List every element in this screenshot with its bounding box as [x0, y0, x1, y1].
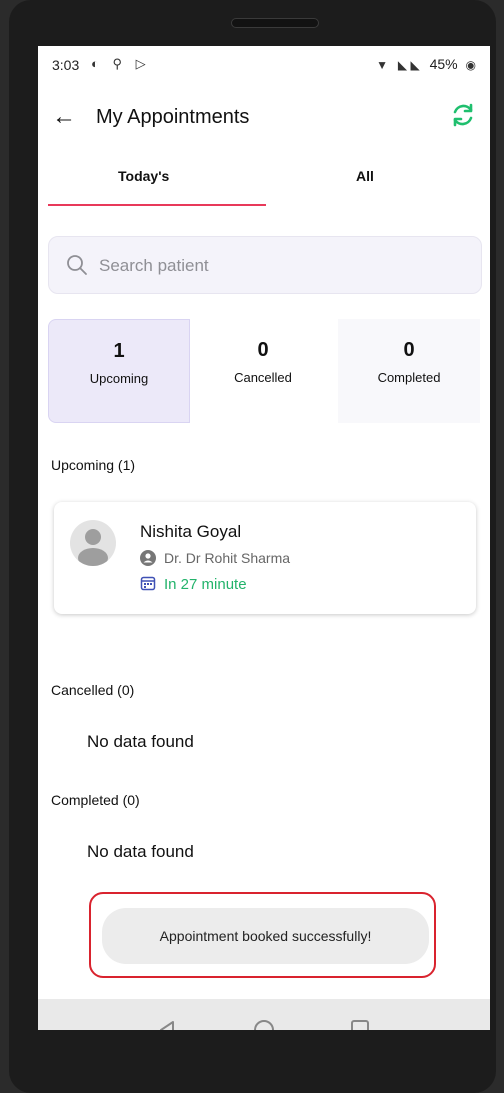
- stat-completed[interactable]: 0 Completed: [338, 319, 480, 423]
- calendar-icon: [140, 576, 156, 591]
- stat-cancelled-label: Cancelled: [234, 370, 292, 385]
- avatar-placeholder-icon: [78, 529, 108, 566]
- nav-back-icon[interactable]: [158, 1020, 176, 1030]
- signal-icon: ◣ ◣: [397, 58, 420, 72]
- doctor-icon: [140, 550, 156, 566]
- cancelled-empty-text: No data found: [87, 732, 194, 751]
- section-upcoming-heading: Upcoming (1): [51, 457, 136, 473]
- active-tab-indicator: [48, 204, 266, 206]
- search-icon: [67, 255, 87, 275]
- stat-upcoming[interactable]: 1 Upcoming: [48, 319, 190, 423]
- stat-cancelled-count: 0: [257, 339, 269, 361]
- stat-upcoming-label: Upcoming: [89, 371, 149, 386]
- appointment-card[interactable]: Nishita Goyal Dr. Dr Rohit Sharma In 27 …: [54, 502, 476, 614]
- time-row: In 27 minute: [140, 575, 247, 593]
- back-arrow-icon[interactable]: ←: [52, 103, 76, 131]
- notification-icons: ◐ ⚲ ▷: [91, 56, 151, 71]
- nav-recents-icon[interactable]: [351, 1020, 369, 1030]
- search-placeholder: Search patient: [99, 256, 209, 275]
- nav-home-icon[interactable]: [254, 1020, 274, 1030]
- stat-completed-label: Completed: [377, 370, 441, 385]
- wifi-icon: ▼: [376, 58, 389, 72]
- completed-empty-text: No data found: [87, 842, 194, 861]
- system-nav-bar: [38, 999, 490, 1030]
- patient-name: Nishita Goyal: [140, 522, 242, 541]
- search-input[interactable]: Search patient: [48, 236, 482, 294]
- refresh-icon[interactable]: [448, 100, 478, 130]
- stats-row: 1 Upcoming 0 Cancelled 0 Completed: [48, 319, 480, 423]
- status-right: ▼ ◣ ◣ 45% ◉: [376, 56, 476, 72]
- avatar: [70, 520, 116, 566]
- doctor-name: Dr. Dr Rohit Sharma: [164, 550, 291, 566]
- tab-todays[interactable]: Today's: [118, 168, 169, 184]
- section-cancelled-heading: Cancelled (0): [51, 682, 135, 698]
- tab-all[interactable]: All: [356, 168, 374, 184]
- section-completed-heading: Completed (0): [51, 792, 140, 808]
- phone-speaker: [231, 18, 319, 28]
- time-until: In 27 minute: [164, 576, 247, 593]
- stat-cancelled[interactable]: 0 Cancelled: [192, 319, 334, 423]
- toast-message: Appointment booked successfully!: [102, 908, 429, 964]
- stat-upcoming-count: 1: [113, 340, 125, 362]
- doctor-row: Dr. Dr Rohit Sharma: [140, 550, 290, 566]
- page-title: My Appointments: [96, 106, 250, 128]
- app-screen: 3:03 ◐ ⚲ ▷ ▼ ◣ ◣ 45% ◉ ← My Appointments…: [38, 46, 490, 1030]
- app-header: ← My Appointments: [38, 96, 490, 138]
- stat-completed-count: 0: [403, 339, 415, 361]
- status-bar: 3:03 ◐ ⚲ ▷ ▼ ◣ ◣ 45% ◉: [38, 46, 490, 82]
- battery-icon: ◉: [465, 58, 476, 72]
- battery-level: 45%: [429, 56, 458, 72]
- tab-bar: Today's All: [38, 162, 490, 210]
- status-time: 3:03: [52, 57, 80, 73]
